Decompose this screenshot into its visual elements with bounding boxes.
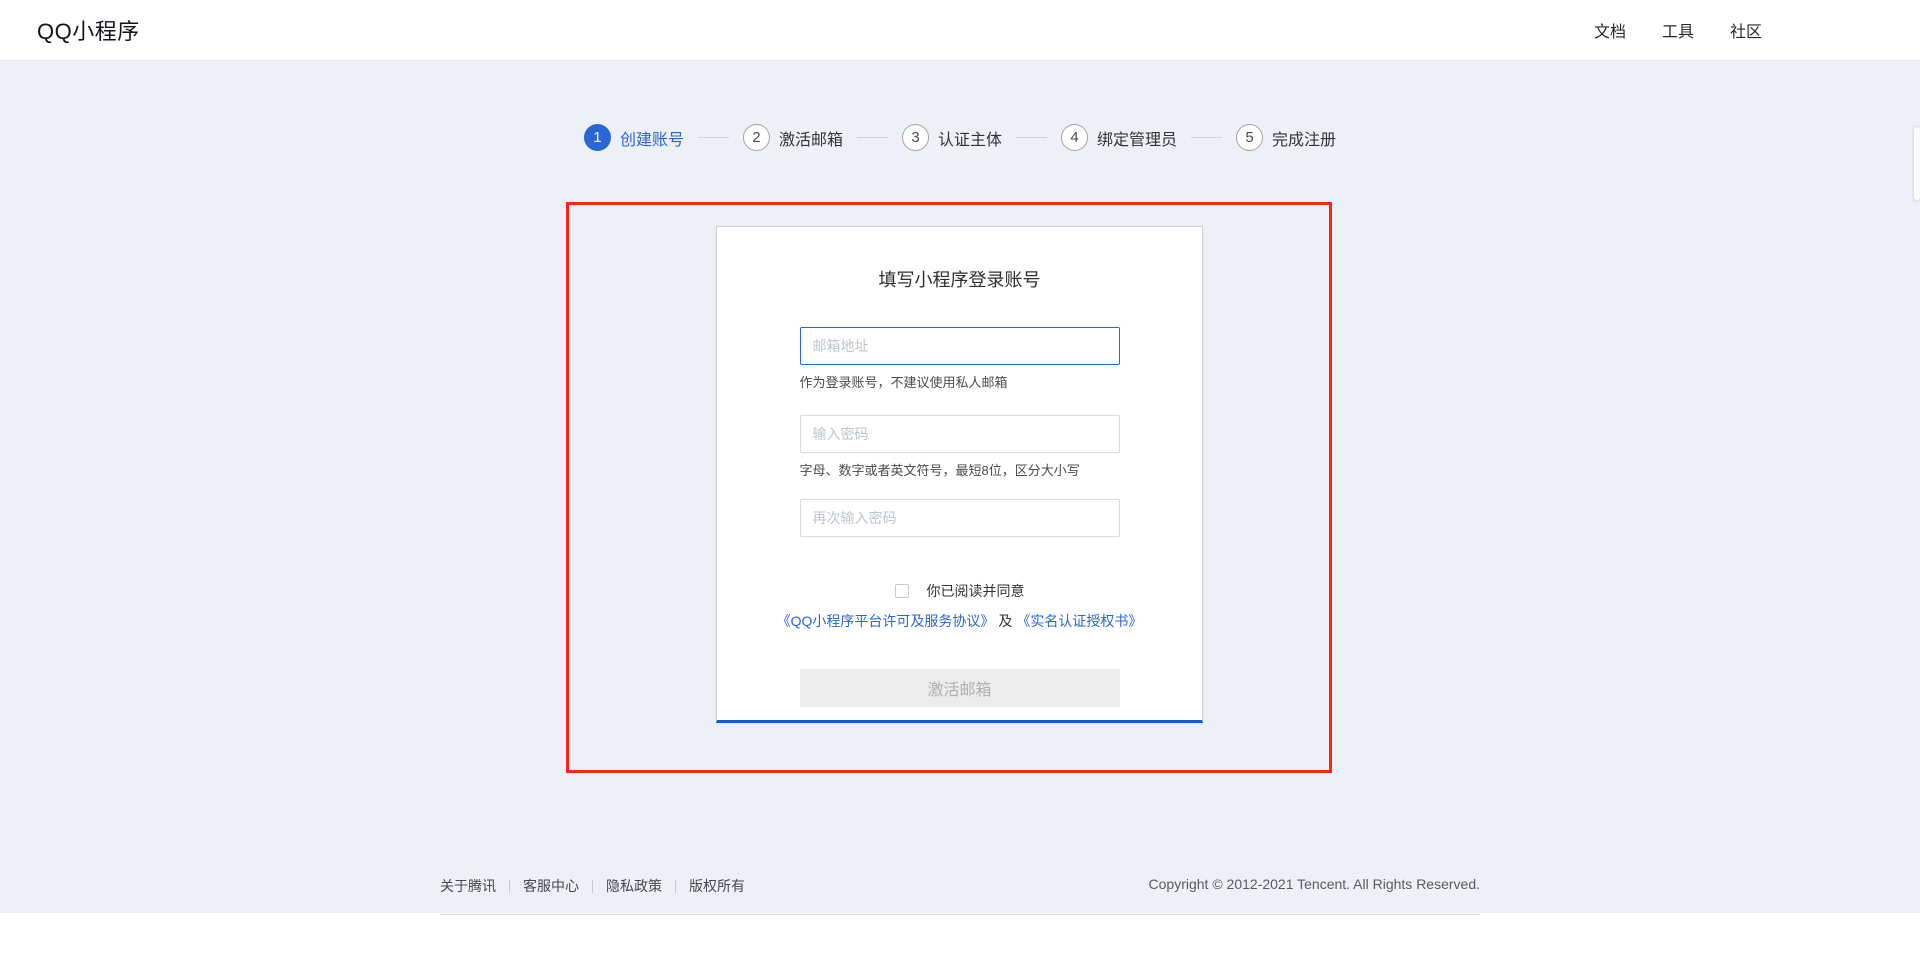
agreement-conjunction: 及	[998, 613, 1013, 629]
page-footer: 关于腾讯 客服中心 隐私政策 版权所有 Copyright © 2012-202…	[440, 876, 1480, 915]
step-4-label: 绑定管理员	[1097, 131, 1178, 149]
step-complete-registration: 5 完成注册	[1236, 124, 1336, 151]
email-field[interactable]	[799, 327, 1120, 365]
password-hint: 字母、数字或者英文符号，最短8位，区分大小写	[799, 463, 1080, 478]
step-4-circle: 4	[1061, 124, 1088, 151]
step-2-label: 激活邮箱	[778, 131, 843, 149]
step-connector	[1191, 137, 1223, 138]
step-connector	[697, 137, 729, 138]
nav-link-community[interactable]: 社区	[1730, 18, 1762, 42]
footer-divider	[509, 879, 510, 893]
step-activate-email: 2 激活邮箱	[742, 124, 843, 151]
registration-stepper: 1 创建账号 2 激活邮箱 3 认证主体 4 绑定管理员 5 完成注册	[0, 124, 1920, 151]
step-5-label: 完成注册	[1272, 131, 1337, 149]
step-verify-entity: 3 认证主体	[901, 124, 1002, 151]
app-logo[interactable]: QQ小程序	[37, 14, 140, 46]
footer-divider	[592, 879, 593, 893]
step-3-circle: 3	[901, 124, 929, 151]
realname-authorization-link[interactable]: 《实名认证授权书》	[1016, 613, 1142, 629]
footer-link-customer-service[interactable]: 客服中心	[523, 876, 579, 896]
scrollbar-thumb[interactable]	[1914, 127, 1920, 200]
activate-email-button[interactable]: 激活邮箱	[799, 669, 1120, 707]
nav-link-docs[interactable]: 文档	[1594, 18, 1626, 42]
step-5-circle: 5	[1236, 124, 1264, 151]
password-field[interactable]	[799, 415, 1120, 453]
password-confirm-field[interactable]	[799, 499, 1120, 537]
registration-form-card: 填写小程序登录账号 作为登录账号，不建议使用私人邮箱 字母、数字或者英文符号，最…	[716, 226, 1203, 723]
agreement-label: 你已阅读并同意	[926, 583, 1025, 599]
email-hint: 作为登录账号，不建议使用私人邮箱	[799, 375, 1008, 390]
header-nav: 文档 工具 社区	[1594, 18, 1762, 42]
step-1-circle: 1	[583, 124, 611, 151]
form-title: 填写小程序登录账号	[878, 270, 1041, 290]
step-connector	[1016, 137, 1047, 138]
footer-link-copyright[interactable]: 版权所有	[689, 876, 745, 896]
step-bind-admin: 4 绑定管理员	[1061, 124, 1177, 151]
nav-link-tools[interactable]: 工具	[1662, 18, 1694, 42]
top-header: QQ小程序 文档 工具 社区	[0, 0, 1920, 61]
agreement-section: 你已阅读并同意 《QQ小程序平台许可及服务协议》及《实名认证授权书》	[717, 581, 1202, 631]
footer-link-about-tencent[interactable]: 关于腾讯	[440, 876, 496, 896]
step-connector	[856, 137, 888, 138]
footer-links: 关于腾讯 客服中心 隐私政策 版权所有	[440, 876, 745, 896]
footer-divider	[675, 879, 676, 893]
footer-link-privacy-policy[interactable]: 隐私政策	[606, 876, 662, 896]
agreement-checkbox[interactable]	[894, 584, 909, 598]
step-1-label: 创建账号	[619, 131, 684, 149]
copyright-text: Copyright © 2012-2021 Tencent. All Right…	[1148, 876, 1480, 892]
step-create-account: 1 创建账号	[583, 124, 684, 151]
step-3-label: 认证主体	[937, 131, 1002, 149]
service-agreement-link[interactable]: 《QQ小程序平台许可及服务协议》	[777, 613, 995, 629]
step-2-circle: 2	[742, 124, 770, 151]
